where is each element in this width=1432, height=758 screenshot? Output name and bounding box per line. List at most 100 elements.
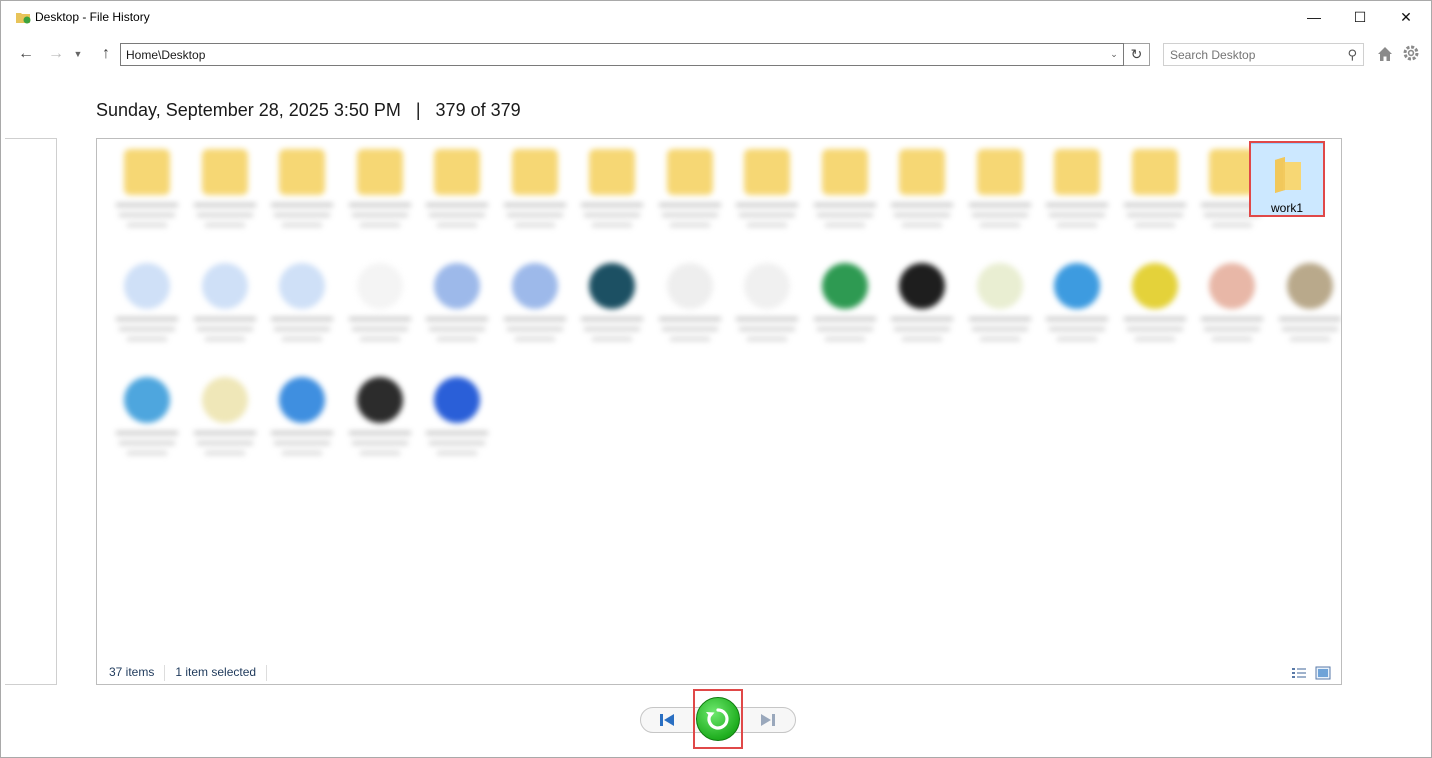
- close-button[interactable]: ✕: [1383, 1, 1429, 33]
- file-label-placeholder: [271, 203, 333, 207]
- file-icon: [666, 263, 713, 309]
- file-item[interactable]: [656, 263, 724, 341]
- next-version-icon[interactable]: [753, 709, 783, 731]
- file-icon: [899, 263, 945, 309]
- gear-icon[interactable]: [1402, 44, 1420, 62]
- file-label-placeholder: [116, 431, 178, 435]
- file-icon: [124, 377, 170, 423]
- file-icon: [511, 263, 558, 309]
- file-item[interactable]: [346, 263, 414, 341]
- file-item[interactable]: [423, 377, 491, 455]
- file-item[interactable]: [191, 149, 259, 227]
- file-label-placeholder: [658, 203, 721, 207]
- file-item[interactable]: [1043, 149, 1111, 227]
- file-item[interactable]: [191, 377, 259, 455]
- search-icon[interactable]: ⚲: [1347, 47, 1357, 63]
- address-dropdown-icon[interactable]: ⌄: [1105, 49, 1123, 60]
- file-label-placeholder: [971, 213, 1028, 217]
- status-bar: 37 items 1 item selected: [109, 665, 277, 681]
- forward-arrow-icon[interactable]: →: [45, 43, 67, 65]
- file-icon: [201, 377, 248, 423]
- file-item[interactable]: [1121, 149, 1189, 227]
- up-arrow-icon[interactable]: ↑: [95, 43, 117, 65]
- file-icon: [1131, 263, 1178, 309]
- file-label-placeholder: [204, 451, 245, 455]
- file-item[interactable]: [346, 377, 414, 455]
- folder-icon: [201, 149, 248, 195]
- file-item[interactable]: [501, 149, 569, 227]
- file-label-placeholder: [824, 337, 865, 341]
- back-arrow-icon[interactable]: ←: [15, 43, 37, 65]
- search-box[interactable]: ⚲: [1163, 43, 1364, 66]
- file-item[interactable]: [1276, 263, 1342, 341]
- home-icon[interactable]: [1376, 45, 1394, 63]
- selection-status: 1 item selected: [175, 665, 257, 679]
- file-label-placeholder: [1134, 337, 1175, 341]
- details-view-icon[interactable]: [1291, 666, 1307, 680]
- file-item[interactable]: [268, 377, 336, 455]
- folder-icon: [1054, 149, 1100, 195]
- file-label-placeholder: [127, 223, 167, 227]
- minimize-button[interactable]: —: [1291, 1, 1337, 33]
- recent-locations-chevron-icon[interactable]: ▼: [71, 43, 85, 65]
- file-label-placeholder: [351, 327, 408, 331]
- file-item[interactable]: [423, 263, 491, 341]
- file-label-placeholder: [584, 327, 640, 331]
- file-item[interactable]: [578, 149, 646, 227]
- file-label-placeholder: [816, 213, 873, 217]
- file-item[interactable]: [113, 149, 181, 227]
- previous-version-icon[interactable]: [652, 709, 682, 731]
- file-item[interactable]: [888, 263, 956, 341]
- file-label-placeholder: [429, 441, 485, 445]
- file-label-placeholder: [429, 213, 485, 217]
- file-label-placeholder: [437, 451, 477, 455]
- file-item[interactable]: [113, 263, 181, 341]
- file-label-placeholder: [979, 223, 1020, 227]
- file-item[interactable]: [423, 149, 491, 227]
- navigation-bar: ← → ▼ ↑ Home\Desktop ⌄ ↻ ⚲: [1, 41, 1431, 69]
- window-title: Desktop - File History: [35, 10, 150, 24]
- file-label-placeholder: [669, 337, 710, 341]
- file-item[interactable]: [1043, 263, 1111, 341]
- file-item[interactable]: [578, 263, 646, 341]
- file-item[interactable]: [346, 149, 414, 227]
- file-label-placeholder: [1057, 337, 1097, 341]
- file-item[interactable]: [1121, 263, 1189, 341]
- large-icons-view-icon[interactable]: [1315, 666, 1331, 680]
- file-item[interactable]: [811, 149, 879, 227]
- file-icon: [356, 263, 403, 309]
- file-label-placeholder: [426, 317, 488, 321]
- file-label-placeholder: [1212, 223, 1252, 227]
- snapshot-date-header: Sunday, September 28, 2025 3:50 PM | 379…: [96, 100, 521, 120]
- refresh-icon[interactable]: ↻: [1124, 43, 1150, 66]
- search-input[interactable]: [1170, 47, 1348, 62]
- file-item[interactable]: [113, 377, 181, 455]
- file-label-placeholder: [426, 203, 488, 207]
- file-item[interactable]: [191, 263, 259, 341]
- file-item[interactable]: [656, 149, 724, 227]
- file-item[interactable]: [733, 149, 801, 227]
- file-label-placeholder: [592, 223, 632, 227]
- file-item[interactable]: [733, 263, 801, 341]
- file-item[interactable]: [501, 263, 569, 341]
- file-icon: [279, 263, 325, 309]
- file-item[interactable]: [966, 149, 1034, 227]
- file-item[interactable]: [1198, 263, 1266, 341]
- file-item[interactable]: [966, 263, 1034, 341]
- file-item[interactable]: [268, 149, 336, 227]
- item-count: 37 items: [109, 665, 155, 679]
- file-item[interactable]: [888, 149, 956, 227]
- file-label-placeholder: [348, 317, 411, 321]
- maximize-button[interactable]: ☐: [1337, 1, 1383, 33]
- address-bar[interactable]: Home\Desktop ⌄: [120, 43, 1124, 66]
- file-item[interactable]: [811, 263, 879, 341]
- file-label-placeholder: [359, 451, 400, 455]
- file-label-placeholder: [429, 327, 485, 331]
- file-label-placeholder: [514, 337, 555, 341]
- file-icon: [1209, 263, 1255, 309]
- address-path[interactable]: Home\Desktop: [121, 48, 1105, 62]
- folder-icon: [124, 149, 170, 195]
- previous-version-panel[interactable]: [5, 138, 57, 685]
- file-item[interactable]: [268, 263, 336, 341]
- file-label-placeholder: [902, 223, 942, 227]
